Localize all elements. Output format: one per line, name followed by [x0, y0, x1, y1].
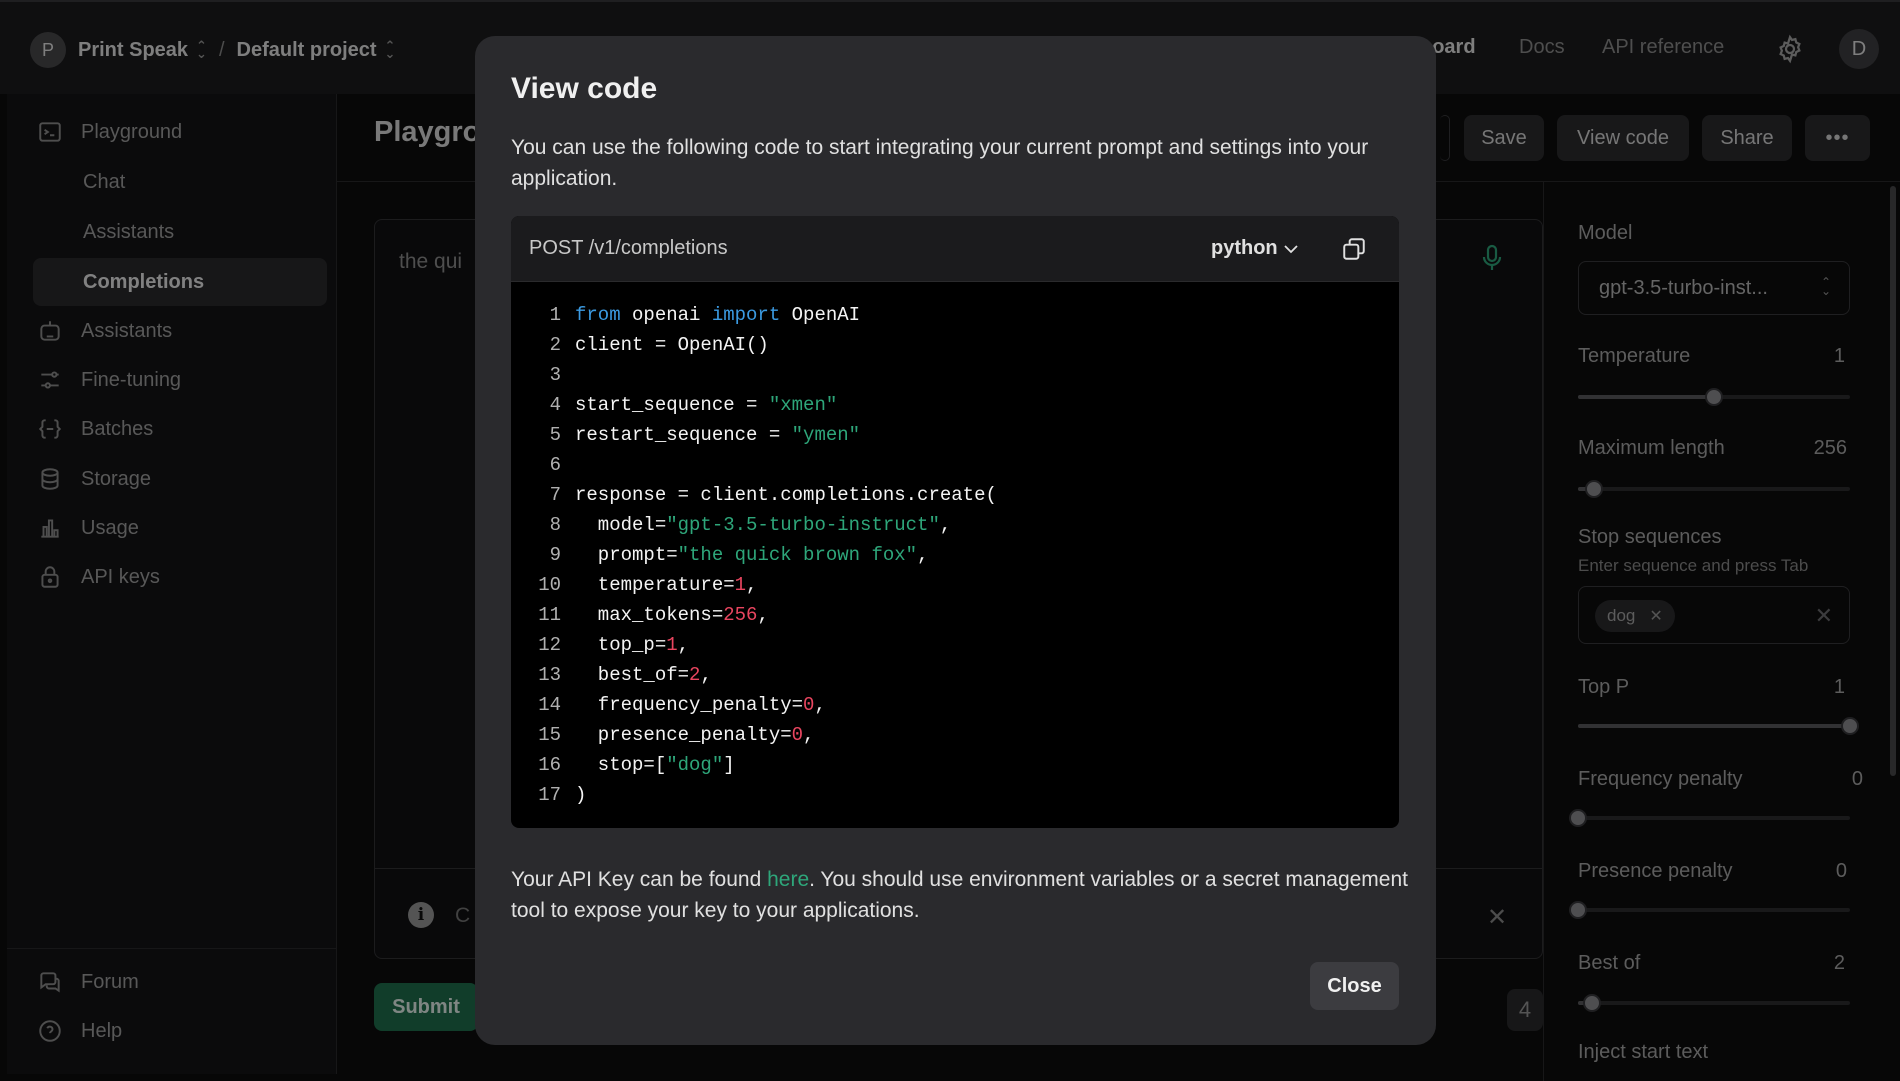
view-code-dialog: View code You can use the following code… [475, 36, 1436, 1045]
code-lines: 1 from openai import OpenAI 2 client = Open… [511, 300, 1399, 810]
line-number: 17 [538, 784, 561, 806]
line-number: 11 [538, 604, 561, 626]
line-number: 13 [538, 664, 561, 686]
line-number: 10 [538, 574, 561, 596]
line-number: 16 [538, 754, 561, 776]
code-text: stop=["dog"] [575, 754, 735, 776]
line-number: 9 [549, 544, 561, 566]
code-text: prompt="the quick brown fox", [575, 544, 929, 566]
line-number: 6 [549, 454, 561, 476]
code-line: 6 [511, 450, 1399, 480]
code-line: 15 presence_penalty=0, [511, 720, 1399, 750]
code-text: restart_sequence = "ymen" [575, 424, 861, 446]
code-line: 1 from openai import OpenAI [511, 300, 1399, 330]
code-line: 17) [511, 780, 1399, 810]
note-text: Your API Key can be found [511, 868, 768, 891]
code-text: temperature=1, [575, 574, 758, 596]
line-number: 2 [549, 334, 561, 356]
line-number: 5 [549, 424, 561, 446]
api-key-note: Your API Key can be found here. You shou… [511, 864, 1411, 926]
line-number: 7 [549, 484, 561, 506]
code-block-header: POST /v1/completions python [511, 216, 1399, 282]
code-text: top_p=1, [575, 634, 690, 656]
code-text: model="gpt-3.5-turbo-instruct", [575, 514, 952, 536]
code-line: 11 max_tokens=256, [511, 600, 1399, 630]
code-line: 8 model="gpt-3.5-turbo-instruct", [511, 510, 1399, 540]
code-line: 7 response = client.completions.create( [511, 480, 1399, 510]
code-text: frequency_penalty=0, [575, 694, 826, 716]
chevron-down-icon [1284, 245, 1298, 254]
line-number: 12 [538, 634, 561, 656]
line-number: 15 [538, 724, 561, 746]
code-text: best_of=2, [575, 664, 712, 686]
code-text: response = client.completions.create( [575, 484, 997, 506]
close-button[interactable]: Close [1310, 962, 1399, 1010]
api-key-link[interactable]: here [767, 868, 809, 891]
code-line: 14 frequency_penalty=0, [511, 690, 1399, 720]
dialog-title: View code [511, 72, 658, 105]
language-select[interactable]: python [1211, 237, 1298, 260]
line-number: 8 [549, 514, 561, 536]
endpoint-label: POST /v1/completions [529, 237, 728, 259]
code-line: 9 prompt="the quick brown fox", [511, 540, 1399, 570]
code-text: start_sequence = "xmen" [575, 394, 838, 416]
line-number: 4 [549, 394, 561, 416]
code-text: presence_penalty=0, [575, 724, 815, 746]
code-text: max_tokens=256, [575, 604, 769, 626]
code-line: 13 best_of=2, [511, 660, 1399, 690]
code-line: 3 [511, 360, 1399, 390]
copy-icon[interactable] [1341, 236, 1367, 262]
code-line: 16 stop=["dog"] [511, 750, 1399, 780]
dialog-description: You can use the following code to start … [511, 136, 1369, 190]
code-line: 5 restart_sequence = "ymen" [511, 420, 1399, 450]
line-number: 3 [549, 364, 561, 386]
code-line: 2 client = OpenAI() [511, 330, 1399, 360]
code-block: POST /v1/completions python 1 from openai… [511, 216, 1399, 828]
code-line: 10 temperature=1, [511, 570, 1399, 600]
line-number: 14 [538, 694, 561, 716]
language-value: python [1211, 237, 1278, 259]
code-text: from openai import OpenAI [575, 304, 861, 326]
code-text: ) [575, 784, 587, 806]
line-number: 1 [549, 304, 561, 326]
code-text: client = OpenAI() [575, 334, 769, 356]
code-line: 4 start_sequence = "xmen" [511, 390, 1399, 420]
code-line: 12 top_p=1, [511, 630, 1399, 660]
